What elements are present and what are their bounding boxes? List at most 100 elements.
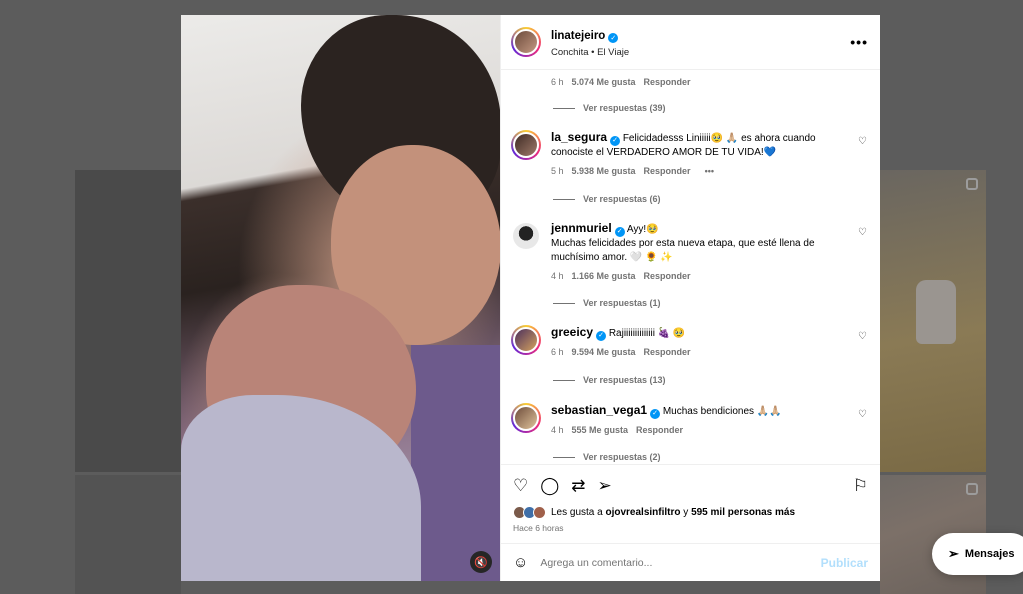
post-author: linatejeiro ✓ Conchita • El Viaje [551, 26, 850, 58]
verified-icon: ✓ [614, 227, 625, 237]
reply-button[interactable]: Responder [644, 269, 691, 283]
feed-tile-image [916, 280, 956, 344]
comment-text: Muchas bendiciones 🙏🏼🙏🏼 [662, 406, 782, 417]
view-replies-button[interactable]: Ver respuestas (6) [553, 194, 661, 204]
verified-icon: ✓ [650, 409, 661, 419]
reel-icon [966, 483, 978, 495]
feed-tile[interactable] [75, 170, 181, 472]
post-modal: 🔇 linatejeiro ✓ Conchita • El Viaje ••• 6… [181, 15, 880, 581]
heart-icon[interactable]: ♡ [513, 476, 528, 496]
comment-username[interactable]: greeicy [551, 325, 593, 339]
avatar[interactable] [511, 130, 541, 160]
view-replies-label: Ver respuestas (1) [583, 298, 661, 308]
likes-others[interactable]: 595 mil personas más [691, 507, 795, 518]
view-replies-label: Ver respuestas (39) [583, 103, 666, 113]
comment-time: 4 h [551, 425, 564, 435]
feed-tile[interactable] [880, 170, 986, 472]
comment-likes[interactable]: 5.074 Me gusta [572, 77, 636, 87]
feed-tile[interactable] [75, 475, 181, 594]
publish-button[interactable]: Publicar [821, 556, 868, 570]
view-replies-button[interactable]: Ver respuestas (2) [553, 452, 661, 462]
send-icon: ➢ [948, 546, 959, 561]
avatar [533, 506, 546, 519]
comment-meta: 4 h 1.166 Me gusta Responder [551, 269, 858, 283]
divider [553, 456, 575, 458]
comment-more-button[interactable]: ••• [705, 164, 714, 178]
divider [553, 302, 575, 304]
comment-composer: ☺ Publicar [501, 543, 880, 581]
avatar[interactable] [511, 403, 541, 433]
likes-user[interactable]: ojovrealsinfiltro [605, 507, 680, 518]
heart-icon[interactable]: ♡ [858, 409, 870, 437]
likes-section: Les gusta a ojovrealsinfiltro y 595 mil … [501, 506, 880, 533]
post-header: linatejeiro ✓ Conchita • El Viaje ••• [501, 15, 880, 70]
verified-icon: ✓ [610, 136, 621, 146]
heart-icon[interactable]: ♡ [858, 227, 870, 283]
view-replies-button[interactable]: Ver respuestas (13) [553, 375, 666, 385]
comment-username[interactable]: jennmuriel [551, 221, 612, 235]
more-horizontal-icon: ••• [850, 34, 868, 50]
avatar[interactable] [511, 27, 541, 57]
speaker-muted-icon: 🔇 [474, 556, 488, 569]
heart-icon[interactable]: ♡ [858, 331, 870, 359]
post-video[interactable]: 🔇 [181, 15, 500, 581]
heart-icon[interactable]: ♡ [858, 136, 870, 178]
more-options-button[interactable]: ••• [850, 34, 868, 50]
messages-button[interactable]: ➢ Mensajes [932, 533, 1023, 575]
reply-button[interactable]: Responder [644, 77, 691, 87]
avatar[interactable] [511, 325, 541, 355]
comment-time: 6 h [551, 347, 564, 357]
repost-icon[interactable]: ⇄ [571, 476, 585, 496]
comment-meta: 5 h 5.938 Me gusta Responder ••• [551, 164, 858, 178]
mute-button[interactable]: 🔇 [470, 551, 492, 573]
reply-button[interactable]: Responder [644, 164, 691, 178]
divider [553, 379, 575, 381]
comment-username[interactable]: sebastian_vega1 [551, 403, 647, 417]
author-username[interactable]: linatejeiro [551, 30, 605, 42]
comment-likes[interactable]: 5.938 Me gusta [572, 164, 636, 178]
comment-item: sebastian_vega1 ✓ Muchas bendiciones 🙏🏼🙏🏼… [511, 403, 870, 437]
comment-item: greeicy ✓ Rajiiiiiiiiiiiiii 🍇 🥹 6 h 9.594… [511, 325, 870, 359]
comment-meta: 4 h 555 Me gusta Responder [551, 423, 858, 437]
comment-input[interactable] [540, 556, 821, 569]
video-frame-shape [411, 345, 500, 581]
likes-summary[interactable]: Les gusta a ojovrealsinfiltro y 595 mil … [551, 507, 795, 518]
comment-meta: 6 h 9.594 Me gusta Responder [551, 345, 858, 359]
comment-time: 4 h [551, 271, 564, 281]
comment-username[interactable]: la_segura [551, 130, 607, 144]
comment-likes[interactable]: 555 Me gusta [572, 423, 629, 437]
likes-middle: y [680, 507, 692, 518]
divider [553, 198, 575, 200]
comment-likes[interactable]: 9.594 Me gusta [572, 345, 636, 359]
view-replies-label: Ver respuestas (6) [583, 194, 661, 204]
view-replies-button[interactable]: Ver respuestas (39) [553, 103, 666, 113]
comment-time: 6 h [551, 77, 564, 87]
emoji-icon[interactable]: ☺ [513, 554, 528, 571]
comment-text: Rajiiiiiiiiiiiiii 🍇 🥹 [608, 328, 686, 339]
view-replies-label: Ver respuestas (2) [583, 452, 661, 462]
reply-button[interactable]: Responder [636, 423, 683, 437]
comment-icon[interactable]: ◯ [540, 476, 559, 496]
view-replies-label: Ver respuestas (13) [583, 375, 666, 385]
comment-time: 5 h [551, 166, 564, 176]
reply-button[interactable]: Responder [644, 345, 691, 359]
post-sidebar: linatejeiro ✓ Conchita • El Viaje ••• 6 h… [500, 15, 880, 581]
comment-item: jennmuriel ✓ Ayy!🥹 Muchas felicidades por… [511, 221, 870, 283]
comment-text: Muchas felicidades por esta nueva etapa,… [551, 238, 815, 263]
verified-icon: ✓ [596, 331, 607, 341]
audio-label[interactable]: Conchita • El Viaje [551, 47, 850, 58]
bookmark-icon[interactable]: ⚐ [853, 476, 868, 496]
verified-icon: ✓ [608, 33, 619, 43]
divider [553, 107, 575, 109]
view-replies-button[interactable]: Ver respuestas (1) [553, 298, 661, 308]
comment-meta: 6 h 5.074 Me gusta Responder [551, 77, 691, 87]
post-time[interactable]: Hace 6 horas [513, 523, 868, 533]
likes-prefix: Les gusta a [551, 507, 606, 518]
messages-label: Mensajes [964, 548, 1015, 560]
comment-likes[interactable]: 1.166 Me gusta [572, 269, 636, 283]
comment-text: Ayy!🥹 [626, 224, 659, 235]
comment-item: la_segura ✓ Felicidadesss Liniiiii🥹 🙏🏼 es… [511, 130, 870, 178]
share-icon[interactable]: ➢ [598, 476, 612, 496]
avatar[interactable] [511, 221, 541, 251]
comments-list[interactable]: 6 h 5.074 Me gusta Responder Ver respues… [501, 70, 880, 464]
